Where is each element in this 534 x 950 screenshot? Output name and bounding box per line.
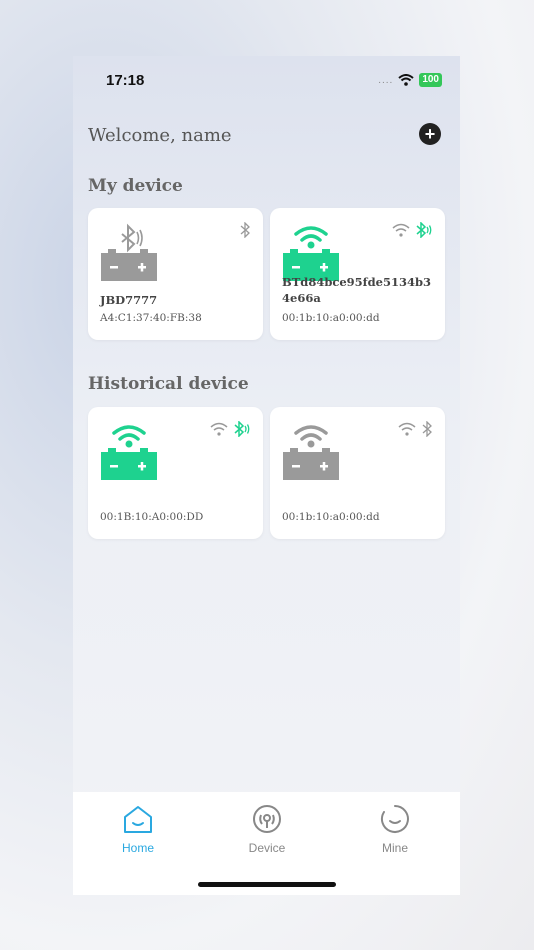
connection-status (209, 421, 251, 437)
tab-label: Home (121, 841, 154, 855)
wifi-status-icon (398, 74, 414, 86)
tab-mine[interactable]: Mine (355, 804, 435, 855)
device-signal-icon (253, 805, 281, 833)
cellular-signal-icon: .... (378, 74, 394, 86)
bottom-tab-bar: Home Device Mine (73, 792, 460, 895)
device-mac: 00:1b:10:a0:00:dd (282, 511, 380, 523)
connection-status (391, 222, 433, 238)
device-card-btd84[interactable]: BTd84bce95fde5134b34e66a 00:1b:10:a0:00:… (270, 208, 445, 340)
battery-device-icon (283, 425, 339, 480)
welcome-text: Welcome, name (88, 125, 232, 146)
device-mac: 00:1b:10:a0:00:dd (282, 312, 380, 324)
connection-status (397, 421, 433, 437)
historical-device-title: Historical device (88, 374, 249, 394)
device-mac: 00:1B:10:A0:00:DD (100, 511, 204, 523)
historical-device-card[interactable]: 00:1B:10:A0:00:DD (88, 407, 263, 539)
status-indicators: .... 100 (378, 73, 442, 87)
phone-screen: 17:18 .... 100 Welcome, name + My device (73, 56, 460, 895)
battery-device-icon (101, 223, 157, 281)
connection-status (239, 222, 251, 238)
tab-label: Mine (381, 841, 408, 855)
wifi-icon (398, 422, 416, 436)
add-device-button[interactable]: + (419, 123, 441, 145)
status-time: 17:18 (106, 72, 145, 89)
profile-smile-icon (381, 805, 409, 833)
historical-device-card[interactable]: 00:1b:10:a0:00:dd (270, 407, 445, 539)
bluetooth-icon (422, 421, 432, 437)
home-icon (124, 806, 152, 833)
bluetooth-active-icon (416, 222, 432, 238)
device-name: JBD7777 (100, 293, 158, 307)
device-name: BTd84bce95fde5134b34e66a (282, 275, 432, 305)
battery-level-icon: 100 (419, 73, 442, 87)
tab-device[interactable]: Device (227, 804, 307, 855)
tab-label: Device (248, 841, 286, 855)
bluetooth-icon (240, 222, 250, 238)
status-bar: 17:18 .... 100 (73, 56, 460, 106)
battery-device-icon (101, 425, 157, 480)
my-device-title: My device (88, 176, 183, 196)
wifi-icon (392, 223, 410, 237)
device-card-jbd7777[interactable]: JBD7777 A4:C1:37:40:FB:38 (88, 208, 263, 340)
device-mac: A4:C1:37:40:FB:38 (100, 312, 202, 324)
tab-home[interactable]: Home (98, 804, 178, 855)
home-indicator[interactable] (198, 882, 336, 887)
bluetooth-active-icon (234, 421, 250, 437)
battery-device-icon (283, 226, 339, 281)
wifi-icon (210, 422, 228, 436)
